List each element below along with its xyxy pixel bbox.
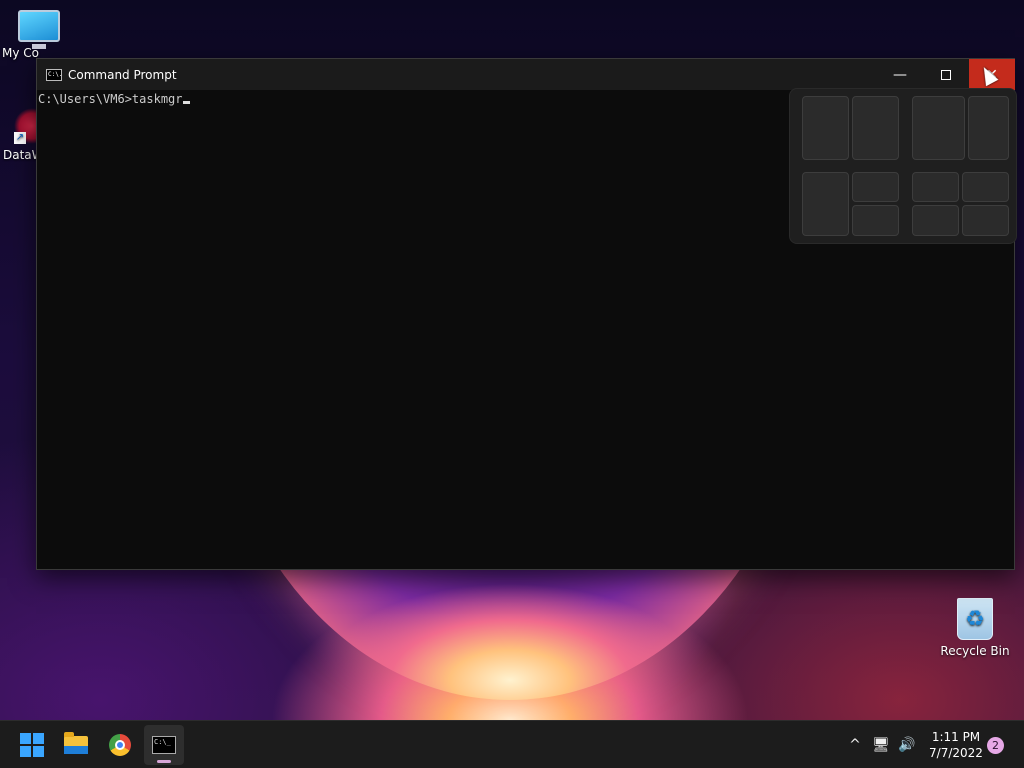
volume-button[interactable]: 🔊	[894, 737, 920, 753]
snap-layouts-flyout	[789, 88, 1017, 244]
snap-column	[912, 172, 959, 236]
taskbar-command-prompt[interactable]: C:\_	[144, 725, 184, 765]
desktop-icon-label: Recycle Bin	[940, 644, 1010, 658]
taskbar: C:\_ ^ 🖥 🔊 1:11 PM 7/7/2022 2	[0, 720, 1024, 768]
snap-zone[interactable]	[852, 205, 899, 236]
snap-layout-quadrants	[912, 172, 1009, 236]
snap-zone[interactable]	[912, 205, 959, 236]
text-cursor	[182, 101, 190, 104]
maximize-button[interactable]	[923, 59, 969, 90]
start-button[interactable]	[12, 725, 52, 765]
notification-badge[interactable]: 2	[987, 737, 1004, 754]
active-app-indicator	[157, 760, 171, 763]
volume-icon: 🔊	[898, 737, 916, 753]
folder-icon	[64, 732, 88, 754]
computer-icon	[18, 10, 60, 49]
clock-date: 7/7/2022	[929, 746, 983, 760]
snap-zone[interactable]	[912, 172, 959, 202]
chevron-up-icon: ^	[849, 737, 861, 753]
snap-zone[interactable]	[852, 96, 899, 160]
snap-zone[interactable]	[852, 172, 899, 202]
taskbar-file-explorer[interactable]	[56, 725, 96, 765]
system-tray: ^ 🖥 🔊	[842, 721, 920, 768]
snap-column	[962, 172, 1009, 236]
minimize-button[interactable]: —	[877, 59, 923, 90]
network-button[interactable]: 🖥	[868, 737, 894, 753]
snap-layout-halves	[802, 96, 899, 160]
console-output[interactable]: C:\Users\VM6>taskmgr	[38, 92, 190, 106]
snap-zone[interactable]	[968, 96, 1009, 160]
snap-layout-main-two-stack	[802, 172, 899, 236]
shortcut-arrow-icon: ↗	[14, 132, 26, 144]
cmd-icon: C:\_	[152, 736, 176, 754]
network-icon: 🖥	[872, 737, 890, 753]
snap-zone[interactable]	[962, 172, 1009, 202]
taskbar-chrome[interactable]	[100, 725, 140, 765]
clock-time: 1:11 PM	[931, 730, 981, 744]
snap-zone[interactable]	[802, 172, 849, 236]
snap-zone[interactable]	[962, 205, 1009, 236]
snap-column	[852, 172, 899, 236]
show-hidden-icons-button[interactable]: ^	[842, 737, 868, 753]
snap-layout-two-thirds	[912, 96, 1009, 160]
maximize-icon	[941, 69, 951, 80]
cmd-icon: C:\.	[46, 68, 62, 81]
windows-logo-icon	[20, 733, 44, 757]
desktop-icon-my-computer[interactable]: My Co	[0, 10, 79, 60]
desktop-icon-recycle-bin[interactable]: ♻ Recycle Bin	[935, 598, 1015, 658]
chrome-icon	[109, 734, 131, 756]
console-line: C:\Users\VM6>taskmgr	[38, 92, 183, 106]
snap-zone[interactable]	[802, 96, 849, 160]
clock[interactable]: 1:11 PM 7/7/2022	[925, 729, 987, 761]
snap-zone[interactable]	[912, 96, 965, 160]
recycle-bin-icon: ♻	[957, 598, 993, 640]
window-titlebar[interactable]: C:\. Command Prompt — ✕	[37, 59, 1015, 90]
minimize-icon: —	[893, 66, 907, 83]
window-title: Command Prompt	[68, 67, 177, 82]
